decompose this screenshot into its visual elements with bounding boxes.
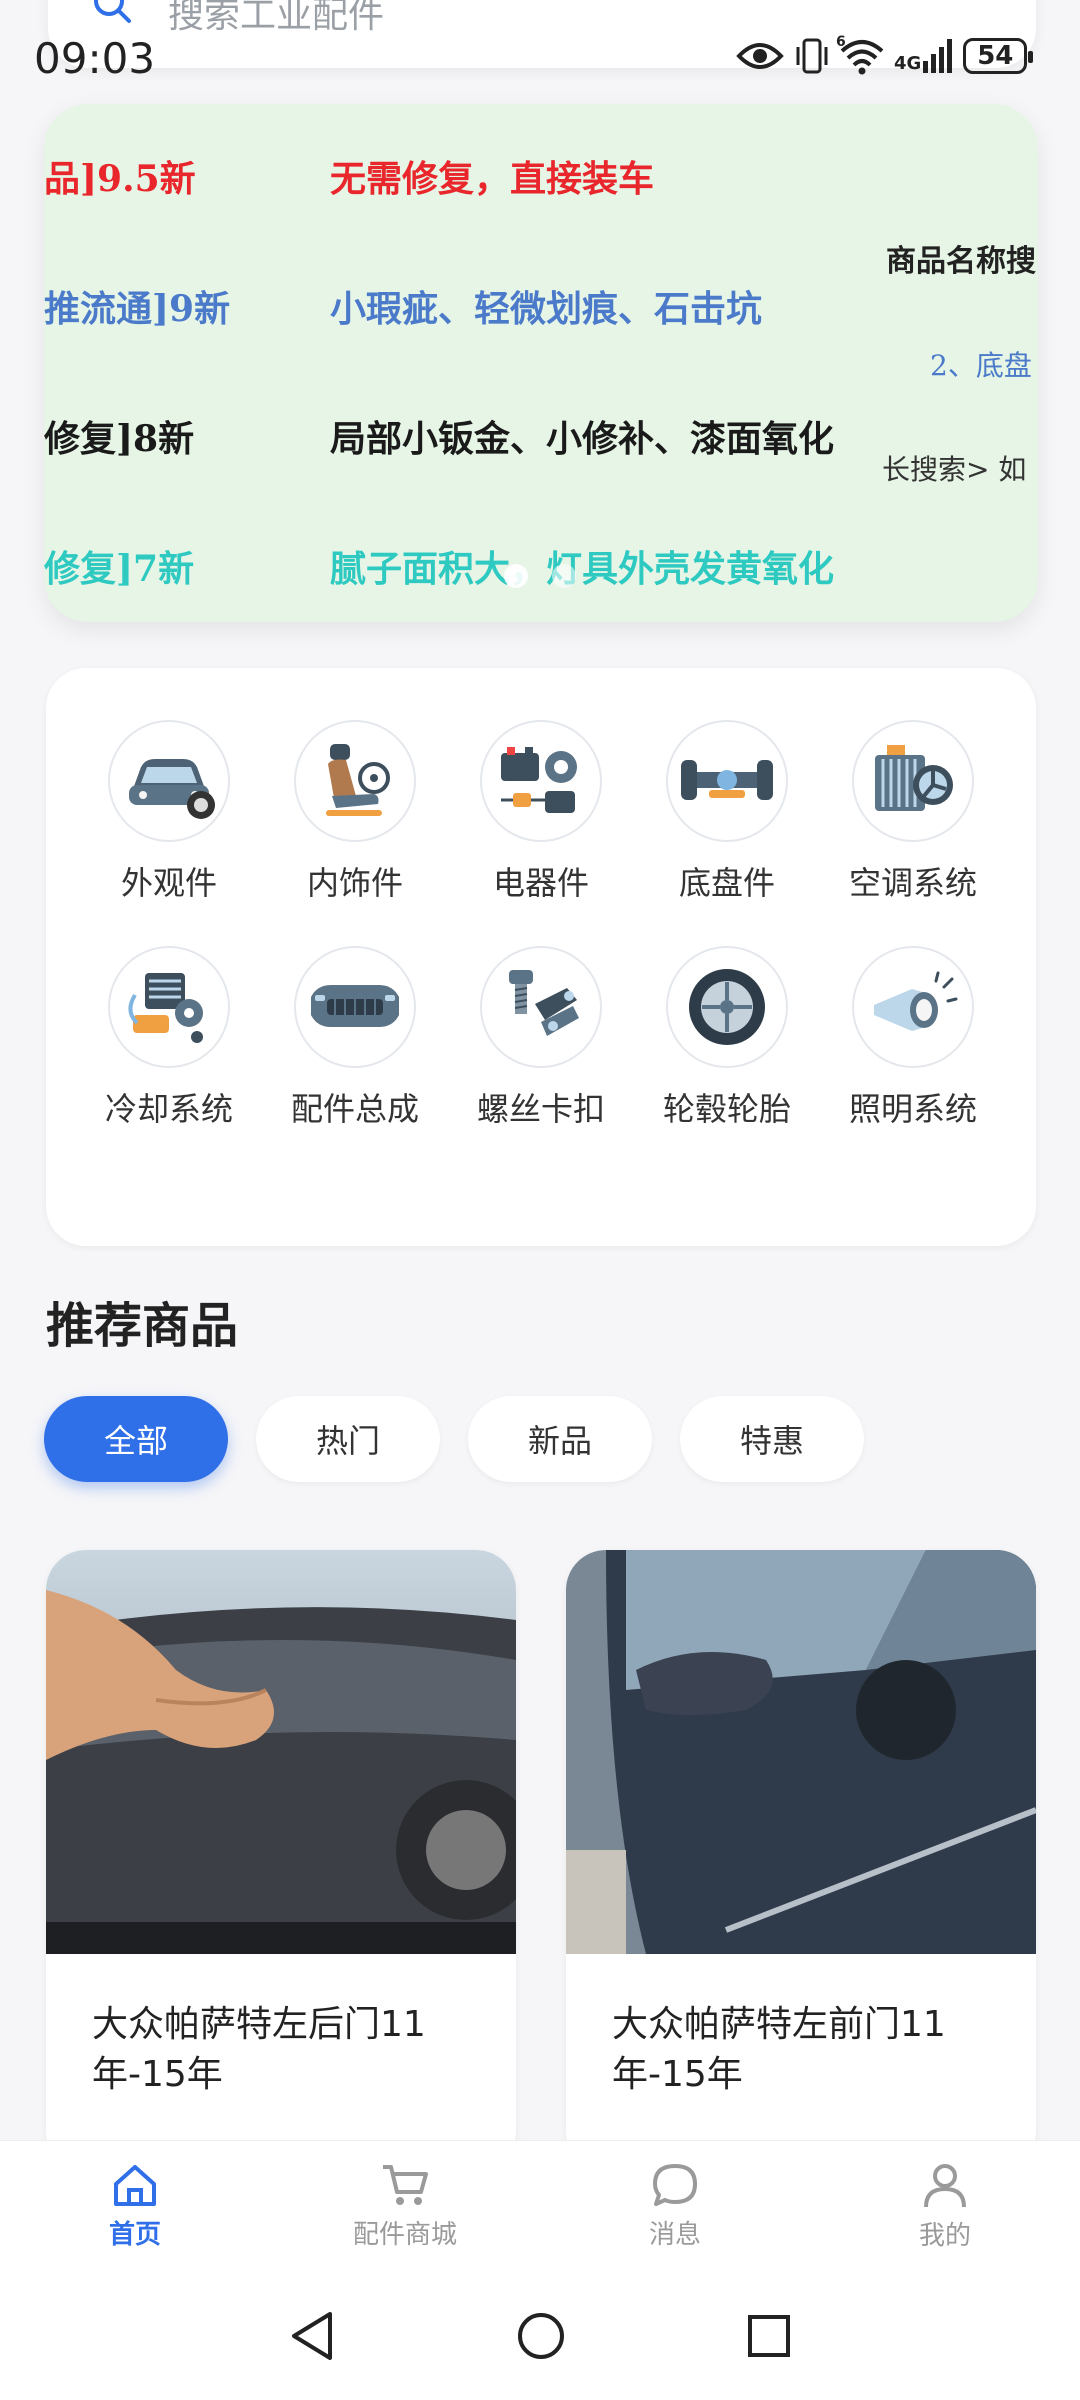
vibrate-icon xyxy=(796,38,828,74)
user-icon xyxy=(924,2164,966,2208)
status-time: 09:03 xyxy=(34,34,156,83)
category-label: 螺丝卡扣 xyxy=(476,1090,605,1128)
filter-sale[interactable]: 特惠 xyxy=(680,1396,864,1482)
signal-icon xyxy=(923,39,953,73)
category-assembly[interactable]: 配件总成 xyxy=(262,946,448,1130)
wifi-icon xyxy=(840,40,884,75)
product-name: 大众帕萨特左前门11年-15年 xyxy=(612,2004,946,2095)
banner-desc: 腻子面积大，灯具外壳发黄氧化 xyxy=(330,548,835,590)
banner-side-text: 2、底盘 xyxy=(930,349,1032,382)
eye-icon xyxy=(736,43,784,69)
banner-desc: 无需修复，直接装车 xyxy=(330,158,655,200)
product-image xyxy=(46,1550,516,1954)
category-label: 空调系统 xyxy=(848,864,977,902)
car-seat-icon xyxy=(326,744,390,816)
nav-label: 消息 xyxy=(648,2220,701,2250)
nav-messages[interactable]: 消息 xyxy=(540,2141,810,2272)
category-label: 轮毂轮胎 xyxy=(662,1090,791,1128)
car-exterior-icon xyxy=(129,759,215,819)
category-label: 配件总成 xyxy=(290,1090,419,1128)
nav-label: 我的 xyxy=(918,2221,971,2251)
electrical-parts-icon xyxy=(501,747,577,813)
bumper-assembly-icon xyxy=(311,985,399,1027)
system-nav-bar xyxy=(0,2272,1080,2400)
battery-icon: 54 xyxy=(963,38,1034,74)
search-placeholder: 搜索工业配件 xyxy=(168,0,385,36)
filter-all[interactable]: 全部 xyxy=(44,1396,228,1482)
category-panel: 外观件 内饰件 电器件 底盘件 空调系统 冷却系统 配件总成 螺丝卡扣 轮毂轮胎… xyxy=(46,668,1036,1246)
message-icon xyxy=(653,2164,697,2206)
headlight-icon xyxy=(874,971,958,1031)
category-label: 冷却系统 xyxy=(104,1090,233,1128)
filter-new[interactable]: 新品 xyxy=(468,1396,652,1482)
category-exterior[interactable]: 外观件 xyxy=(76,720,262,904)
home-circle-icon[interactable] xyxy=(516,2311,566,2361)
nav-profile[interactable]: 我的 xyxy=(810,2141,1080,2272)
status-icons: 6 4G 54 xyxy=(736,30,1034,82)
category-label: 外观件 xyxy=(120,864,217,902)
screw-clip-icon xyxy=(509,970,579,1036)
back-icon[interactable] xyxy=(288,2310,336,2362)
category-screws[interactable]: 螺丝卡扣 xyxy=(448,946,634,1130)
carousel-dot[interactable] xyxy=(504,564,528,588)
filter-hot[interactable]: 热门 xyxy=(256,1396,440,1482)
wifi-badge: 6 xyxy=(836,34,846,50)
recents-icon[interactable] xyxy=(746,2313,792,2359)
home-icon xyxy=(114,2165,156,2206)
banner-desc: 局部小钣金、小修补、漆面氧化 xyxy=(330,418,835,460)
product-card[interactable]: 大众帕萨特左后门11年-15年 xyxy=(46,1550,516,2170)
nav-label: 配件商城 xyxy=(352,2220,457,2250)
category-wheels[interactable]: 轮毂轮胎 xyxy=(634,946,820,1130)
category-label: 照明系统 xyxy=(848,1090,977,1128)
nav-label: 首页 xyxy=(108,2220,161,2250)
category-ac[interactable]: 空调系统 xyxy=(820,720,1006,904)
ac-system-icon xyxy=(875,745,953,811)
cart-icon xyxy=(383,2165,428,2205)
banner-grade: 品]9.5新 xyxy=(44,158,196,200)
banner-grade: 修复]7新 xyxy=(44,548,195,590)
wheel-tire-icon xyxy=(689,969,765,1045)
bottom-nav: 首页 配件商城 消息 我的 xyxy=(0,2140,1080,2272)
banner-side-text: 长搜索> 如 xyxy=(882,453,1027,486)
promo-banner[interactable]: 品]9.5新 无需修复，直接装车 推流通]9新 小瑕疵、轻微划痕、石击坑 修复]… xyxy=(44,104,1038,622)
banner-grade: 推流通]9新 xyxy=(44,288,231,330)
product-image xyxy=(566,1550,1036,1954)
carousel-dot[interactable] xyxy=(552,564,576,588)
section-title: 推荐商品 xyxy=(46,1298,239,1354)
banner-side-text: 商品名称搜 xyxy=(886,244,1036,279)
wifi-indicator: 6 xyxy=(836,34,884,75)
category-interior[interactable]: 内饰件 xyxy=(262,720,448,904)
network-type: 4G xyxy=(894,53,922,74)
category-cooling[interactable]: 冷却系统 xyxy=(76,946,262,1130)
category-label: 电器件 xyxy=(492,864,589,902)
search-icon xyxy=(94,0,131,23)
filter-chips: 全部 热门 新品 特惠 xyxy=(44,1396,864,1482)
cellular-indicator: 4G xyxy=(894,39,953,73)
carousel-indicator xyxy=(504,564,576,588)
banner-grade: 修复]8新 xyxy=(44,418,195,460)
banner-desc: 小瑕疵、轻微划痕、石击坑 xyxy=(330,288,763,330)
nav-shop[interactable]: 配件商城 xyxy=(270,2141,540,2272)
category-chassis[interactable]: 底盘件 xyxy=(634,720,820,904)
category-electrical[interactable]: 电器件 xyxy=(448,720,634,904)
category-label: 底盘件 xyxy=(678,864,775,902)
nav-home[interactable]: 首页 xyxy=(0,2141,270,2272)
chassis-icon xyxy=(681,760,773,800)
category-lighting[interactable]: 照明系统 xyxy=(820,946,1006,1130)
cooling-system-icon xyxy=(128,973,203,1043)
product-name: 大众帕萨特左后门11年-15年 xyxy=(92,2004,426,2095)
category-label: 内饰件 xyxy=(306,864,403,902)
product-card[interactable]: 大众帕萨特左前门11年-15年 xyxy=(566,1550,1036,2170)
